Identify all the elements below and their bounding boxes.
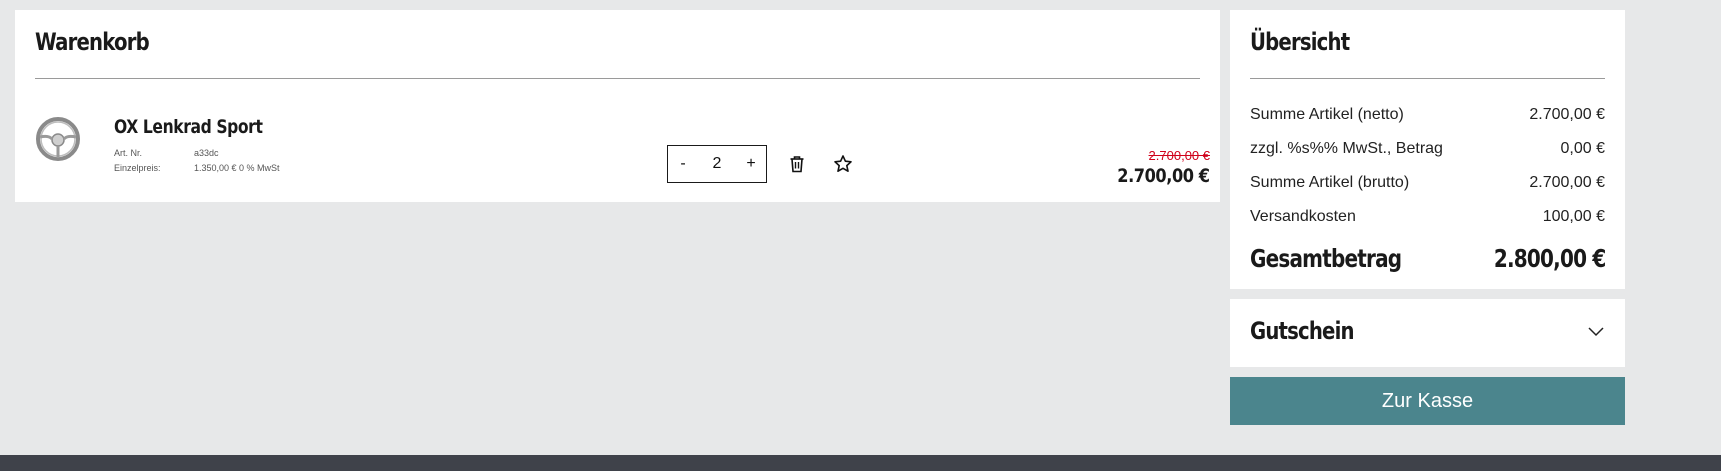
summary-row-value: 2.700,00 € bbox=[1529, 106, 1605, 123]
unit-price-label: Einzelpreis: bbox=[114, 163, 161, 173]
grand-total-row: Gesamtbetrag 2.800,00 € bbox=[1250, 244, 1606, 273]
summary-row-label: Versandkosten bbox=[1250, 208, 1356, 225]
summary-row-gross: Summe Artikel (brutto) 2.700,00 € bbox=[1250, 174, 1605, 192]
coupon-accordion[interactable]: Gutschein bbox=[1230, 299, 1625, 367]
summary-row-vat: zzgl. %s%% MwSt., Betrag 0,00 € bbox=[1250, 140, 1605, 158]
article-number-value: a33dc bbox=[194, 148, 219, 158]
grand-total-value: 2.800,00 € bbox=[1493, 244, 1605, 273]
unit-price-value: 1.350,00 € 0 % MwSt bbox=[194, 163, 280, 173]
line-total-price: 2.700,00 € bbox=[1117, 165, 1211, 187]
summary-row-label: Summe Artikel (brutto) bbox=[1250, 174, 1410, 191]
footer-bar bbox=[0, 455, 1721, 471]
quantity-decrease-button[interactable]: - bbox=[668, 146, 698, 182]
cart-title: Warenkorb bbox=[35, 28, 150, 56]
cart-page: Warenkorb OX Lenkrad Sport Art. Nr. a33dc… bbox=[0, 0, 1721, 471]
summary-row-label: zzgl. %s%% MwSt., Betrag bbox=[1250, 140, 1443, 157]
article-number-label: Art. Nr. bbox=[114, 148, 143, 158]
summary-row-value: 100,00 € bbox=[1542, 208, 1605, 225]
steering-wheel-icon[interactable] bbox=[35, 116, 81, 162]
summary-row-shipping: Versandkosten 100,00 € bbox=[1250, 208, 1605, 226]
summary-divider bbox=[1250, 78, 1605, 79]
quantity-increase-button[interactable]: + bbox=[736, 146, 766, 182]
summary-panel: Übersicht Summe Artikel (netto) 2.700,00… bbox=[1230, 10, 1625, 289]
original-price: 2.700,00 € bbox=[1148, 148, 1210, 163]
summary-title: Übersicht bbox=[1250, 28, 1350, 56]
quantity-stepper: - 2 + bbox=[667, 145, 767, 183]
cart-panel: Warenkorb OX Lenkrad Sport Art. Nr. a33dc… bbox=[15, 10, 1220, 202]
quantity-value[interactable]: 2 bbox=[698, 155, 736, 173]
coupon-title: Gutschein bbox=[1250, 317, 1355, 345]
article-number-row: Art. Nr. a33dc bbox=[114, 148, 219, 158]
summary-row-label: Summe Artikel (netto) bbox=[1250, 106, 1404, 123]
cart-divider bbox=[35, 78, 1200, 79]
chevron-down-icon[interactable] bbox=[1587, 324, 1605, 338]
product-name[interactable]: OX Lenkrad Sport bbox=[114, 116, 263, 138]
star-icon[interactable] bbox=[833, 154, 853, 174]
summary-row-net: Summe Artikel (netto) 2.700,00 € bbox=[1250, 106, 1605, 124]
unit-price-row: Einzelpreis: 1.350,00 € 0 % MwSt bbox=[114, 163, 280, 173]
checkout-button[interactable]: Zur Kasse bbox=[1230, 377, 1625, 425]
summary-row-value: 2.700,00 € bbox=[1529, 174, 1605, 191]
summary-row-value: 0,00 € bbox=[1560, 140, 1605, 157]
grand-total-label: Gesamtbetrag bbox=[1250, 244, 1402, 273]
trash-icon[interactable] bbox=[787, 154, 807, 174]
